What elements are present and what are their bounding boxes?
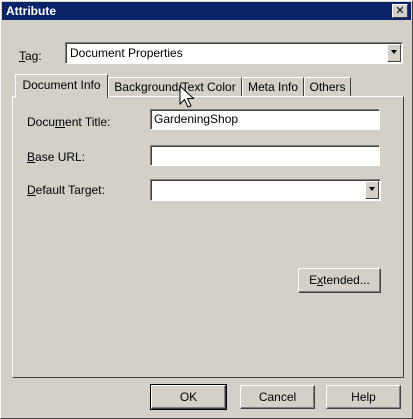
attribute-dialog: Attribute ✕ Tag: Document Properties Doc… [0, 0, 413, 419]
arrow-pointer-icon [179, 85, 195, 108]
document-title-input[interactable]: GardeningShop [150, 109, 380, 130]
close-button[interactable]: ✕ [392, 4, 408, 18]
chevron-down-icon[interactable] [365, 181, 379, 199]
default-target-label: Default Target: [27, 183, 105, 197]
tag-label: Tag: [19, 49, 42, 63]
tag-select-value: Document Properties [70, 46, 183, 60]
tab-document-info[interactable]: Document Info [15, 74, 108, 98]
chevron-down-icon[interactable] [387, 44, 401, 62]
tag-select[interactable]: Document Properties [65, 42, 403, 64]
close-icon: ✕ [395, 4, 405, 17]
base-url-label: Base URL: [27, 150, 86, 164]
base-url-input[interactable] [150, 145, 380, 166]
document-title-label: Document Title: [27, 115, 111, 129]
tab-meta-info[interactable]: Meta Info [242, 77, 304, 97]
title-bar[interactable]: Attribute ✕ [2, 2, 411, 20]
window-title: Attribute [6, 4, 56, 18]
extended-button[interactable]: Extended... [298, 268, 381, 293]
default-target-select[interactable] [150, 179, 381, 201]
tab-others[interactable]: Others [304, 77, 351, 97]
cancel-button[interactable]: Cancel [240, 385, 315, 409]
help-button[interactable]: Help [326, 385, 401, 409]
ok-button[interactable]: OK [150, 384, 227, 410]
tab-background-text-color[interactable]: Background/Text Color [108, 77, 242, 97]
tab-panel-document-info [12, 96, 404, 378]
